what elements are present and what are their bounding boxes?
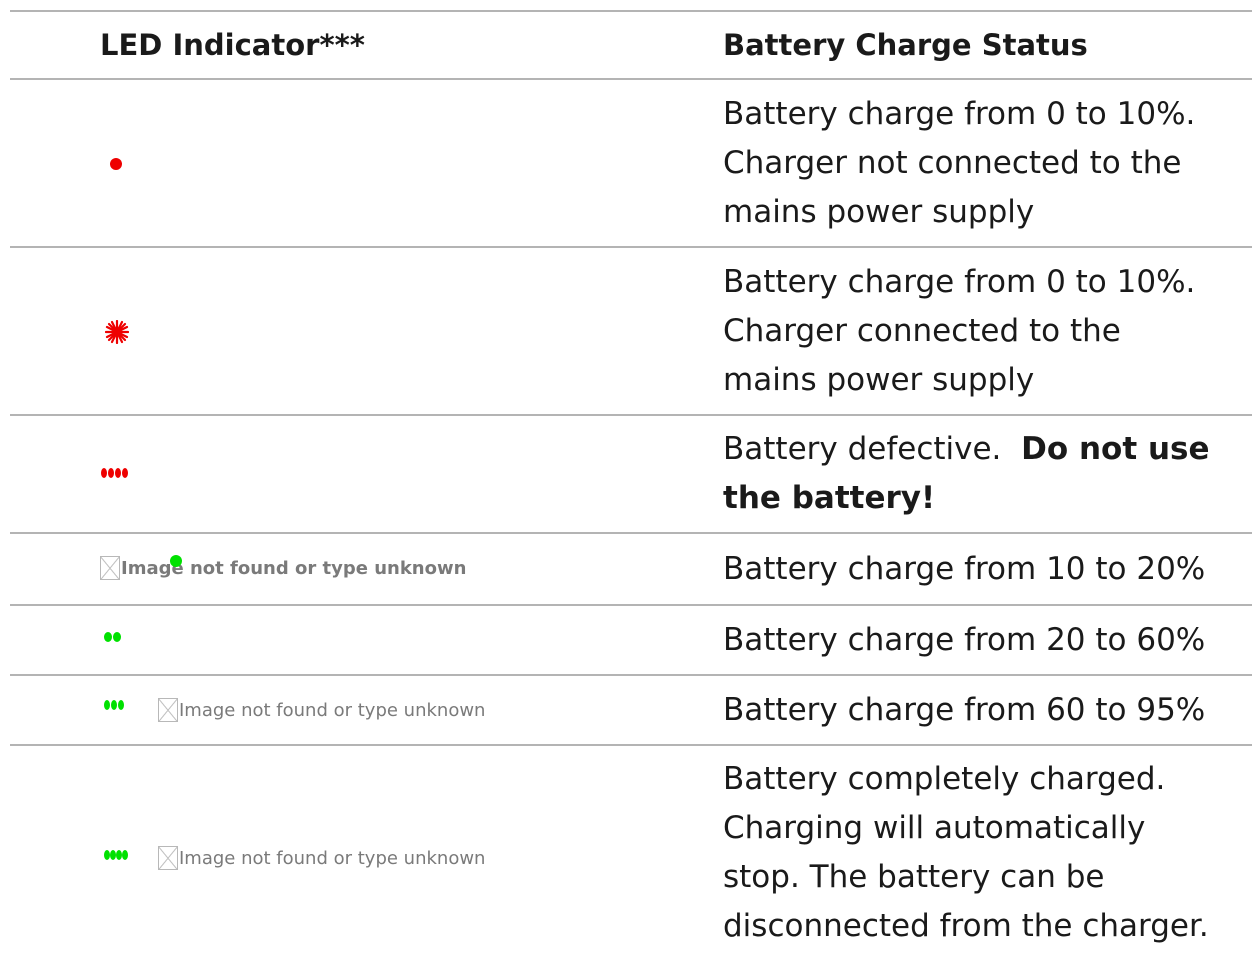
led-cell: Image not found or type unknown <box>100 746 700 960</box>
status-line: Battery charge from 60 to 95% <box>723 691 1206 728</box>
status-line: Charging will automatically <box>723 810 1146 846</box>
status-cell: Battery charge from 60 to 95% <box>723 676 1252 744</box>
red-flash-icon <box>104 319 130 345</box>
status-cell: Battery charge from 20 to 60% <box>723 606 1252 674</box>
status-line: mains power supply <box>723 361 1035 398</box>
status-line: stop. The battery can be <box>723 859 1105 895</box>
status-line: Battery charge from 0 to 10%. <box>723 95 1196 132</box>
table-row: Battery charge from 20 to 60% <box>10 606 1252 676</box>
table-header-row: LED Indicator*** Battery Charge Status <box>10 12 1252 80</box>
status-text: Battery defective. <box>723 431 1002 467</box>
broken-image-icon <box>158 698 178 722</box>
green-dots-icon <box>104 632 124 644</box>
status-line: Charger connected to the <box>723 312 1121 349</box>
battery-status-header: Battery Charge Status <box>723 28 1088 62</box>
green-dot-icon <box>170 555 182 567</box>
broken-image: Image not found or type unknown <box>158 846 485 870</box>
status-cell: Battery defective. Do not use the batter… <box>723 416 1252 532</box>
status-line: Battery charge from 0 to 10%. <box>723 263 1196 300</box>
broken-image-text: Image not found or type unknown <box>179 847 486 869</box>
table-row: Battery charge from 0 to 10%. Charger no… <box>10 80 1252 248</box>
red-dot-icon <box>110 158 124 172</box>
led-cell: Image not found or type unknown <box>100 534 700 604</box>
table-row: Image not found or type unknown Battery … <box>10 676 1252 746</box>
table-row: Image not found or type unknown Battery … <box>10 534 1252 606</box>
broken-image: Image not found or type unknown <box>100 556 466 580</box>
status-line: Battery charge from 20 to 60% <box>723 621 1206 658</box>
status-line: mains power supply <box>723 193 1035 230</box>
status-line: Charger not connected to the <box>723 144 1182 181</box>
table-row: Battery defective. Do not use the batter… <box>10 416 1252 534</box>
status-line: Battery completely charged. <box>723 761 1166 797</box>
table-row: Battery charge from 0 to 10%. Charger co… <box>10 248 1252 416</box>
status-cell: Battery charge from 0 to 10%. Charger no… <box>723 80 1252 246</box>
led-status-table: LED Indicator*** Battery Charge Status B… <box>10 10 1252 960</box>
green-dots-icon <box>104 850 132 862</box>
status-line: Battery charge from 10 to 20% <box>723 550 1206 587</box>
broken-image-icon <box>100 556 120 580</box>
warning-text: Do not use <box>1021 431 1210 467</box>
led-indicator-header: LED Indicator*** <box>100 28 365 62</box>
table-row: Image not found or type unknown Battery … <box>10 746 1252 960</box>
status-cell: Battery charge from 0 to 10%. Charger co… <box>723 248 1252 414</box>
broken-image-text: Image not found or type unknown <box>179 699 486 721</box>
red-dots-icon <box>101 468 131 478</box>
broken-image: Image not found or type unknown <box>158 698 485 722</box>
broken-image-icon <box>158 846 178 870</box>
status-cell: Battery completely charged. Charging wil… <box>723 746 1252 960</box>
led-cell <box>100 416 700 532</box>
status-line: disconnected from the charger. <box>723 908 1209 944</box>
led-cell <box>100 80 700 246</box>
led-cell <box>100 606 700 674</box>
green-dots-icon <box>104 700 128 712</box>
status-cell: Battery charge from 10 to 20% <box>723 534 1252 604</box>
led-cell: Image not found or type unknown <box>100 676 700 744</box>
led-cell <box>100 248 700 414</box>
warning-text: the battery! <box>723 480 936 516</box>
